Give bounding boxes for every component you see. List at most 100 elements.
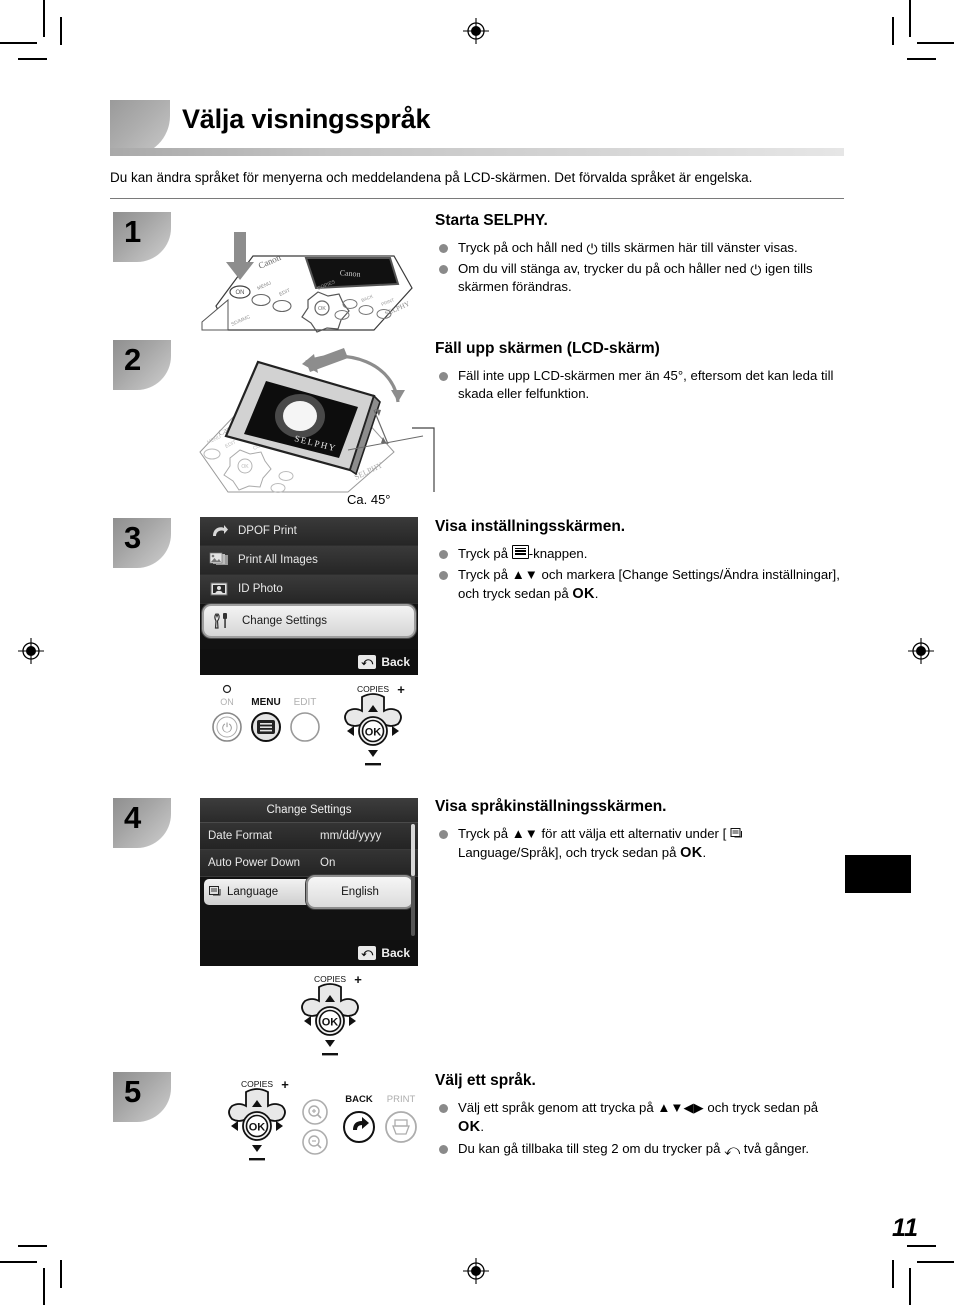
list-item: Tryck på och håll ned ⏻ tills skärmen hä… [435, 239, 847, 257]
setting-value-language: English [306, 875, 414, 909]
setting-label: Auto Power Down [208, 857, 301, 869]
bullet-text: Om du vill stänga av, trycker du på och … [458, 260, 751, 276]
svg-text:OK: OK [249, 1122, 266, 1134]
tools-icon [210, 611, 236, 631]
crop-mark-bl-v [43, 1268, 45, 1305]
step-3-number: 3 [124, 520, 142, 555]
step-5-badge: 5 [113, 1072, 171, 1122]
power-icon: ⏻ [586, 240, 598, 257]
ok-label: OK [680, 844, 703, 861]
step-3-title: Visa inställningsskärmen. [435, 518, 626, 535]
printer-illustration-step1: Canon Canon SELPHY ON MENU EDIT OK COPIE… [198, 214, 428, 339]
registration-mark-right [908, 638, 934, 664]
crop-mark-tl-v2 [60, 17, 62, 45]
step-5-title: Välj ett språk. [435, 1072, 536, 1089]
crop-mark-bl-h [0, 1261, 37, 1263]
crop-mark-tr-h2 [907, 58, 936, 60]
lcd-scrollbar[interactable] [411, 824, 415, 936]
bullet-text-mid: och tryck sedan på [703, 1099, 819, 1115]
step-3-text: Visa inställningsskärmen. Tryck på -knap… [435, 518, 847, 607]
svg-text:Canon: Canon [339, 268, 360, 278]
lcd-scroll-thumb[interactable] [411, 824, 415, 876]
svg-text:COPIES: COPIES [241, 1079, 273, 1089]
setting-row-language[interactable]: Language English [200, 875, 418, 909]
control-panel-step3: ON ⏻ MENU EDIT COPIES + OK [205, 682, 420, 776]
list-item: Tryck på -knappen. [435, 544, 847, 563]
setting-row-auto-power-down[interactable]: Auto Power Down On [200, 850, 418, 877]
crop-mark-br-h [917, 1261, 954, 1263]
bullet-text-mid2: Language/Språk], och tryck sedan på [458, 844, 681, 860]
svg-text:OK: OK [241, 464, 249, 470]
control-panel-step5: COPIES + OK BACK PRINT [205, 1072, 435, 1173]
crop-mark-tl-h2 [18, 58, 47, 60]
step-3-bullets: Tryck på -knappen. Tryck på ▲▼ och marke… [435, 544, 847, 604]
svg-text:PRINT: PRINT [387, 1094, 416, 1105]
step-1-text: Starta SELPHY. Tryck på och håll ned ⏻ t… [435, 212, 847, 299]
svg-text:OK: OK [322, 1017, 339, 1029]
bullet-text-mid: för att välja ett alternativ under [ [537, 825, 730, 841]
registration-mark-top [463, 18, 489, 44]
list-item: Du kan gå tillbaka till steg 2 om du try… [435, 1140, 847, 1158]
setting-label-language: Language [204, 879, 312, 905]
list-item: Tryck på ▲▼ för att välja ett alternativ… [435, 825, 847, 863]
svg-text:COPIES: COPIES [314, 974, 346, 984]
svg-text:+: + [281, 1077, 289, 1092]
step-4-title: Visa språkinställningsskärmen. [435, 798, 667, 815]
bullet-text: Du kan gå tillbaka till steg 2 om du try… [458, 1140, 725, 1156]
menu-item-label: DPOF Print [238, 525, 297, 537]
section-tab-marker [845, 855, 911, 893]
step-3-badge: 3 [113, 518, 171, 568]
bullet-text: Välj ett språk genom att trycka på [458, 1099, 658, 1115]
step-4-bullets: Tryck på ▲▼ för att välja ett alternativ… [435, 825, 847, 863]
svg-text:COPIES: COPIES [357, 684, 389, 694]
menu-item-label: Change Settings [242, 615, 328, 627]
step-5-number: 5 [124, 1074, 142, 1109]
menu-icon [511, 544, 529, 559]
list-item: Fäll inte upp LCD-skärmen mer än 45°, ef… [435, 367, 847, 403]
bullet-text: Tryck på [458, 545, 512, 561]
page-content: Välja visningsspråk Du kan ändra språket… [110, 100, 844, 1240]
angle-caption: Ca. 45° [347, 492, 391, 507]
id-photo-icon [206, 579, 232, 599]
bullet-text: Tryck på [458, 566, 512, 582]
bullet-text-tail: -knappen. [528, 545, 588, 561]
crop-mark-bl-v2 [60, 1260, 62, 1288]
power-icon: ⏻ [750, 261, 762, 278]
bullet-text-tail: . [480, 1118, 485, 1134]
setting-value: mm/dd/yyyy [320, 830, 382, 842]
back-label: Back [381, 946, 410, 960]
back-icon: ⤺ [724, 1141, 741, 1159]
svg-text:+: + [397, 683, 405, 697]
step-4-badge: 4 [113, 798, 171, 848]
step-2-number: 2 [124, 342, 142, 377]
menu-item-print-all-images[interactable]: Print All Images [200, 546, 418, 575]
ok-label: OK [458, 1118, 481, 1135]
svg-text:ON: ON [220, 697, 234, 707]
lcd-settings-title: Change Settings [200, 798, 418, 823]
list-item: Om du vill stänga av, trycker du på och … [435, 260, 847, 296]
step-1-bullets: Tryck på och håll ned ⏻ tills skärmen hä… [435, 239, 847, 297]
back-arrow-icon: ⤺ [358, 946, 377, 960]
menu-item-dpof-print[interactable]: DPOF Print [200, 517, 418, 546]
crop-mark-tr-v [909, 0, 911, 37]
bullet-text-tail: . [702, 844, 707, 860]
registration-mark-bottom [463, 1258, 489, 1284]
menu-item-label: Print All Images [238, 554, 318, 566]
step-1-number: 1 [124, 214, 142, 249]
list-item: Välj ett språk genom att trycka på ▲▼◀▶ … [435, 1099, 847, 1137]
step-4-number: 4 [124, 800, 142, 835]
svg-text:+: + [354, 973, 362, 987]
control-panel-step4: COPIES + OK [278, 972, 388, 1064]
menu-item-id-photo[interactable]: ID Photo [200, 575, 418, 604]
setting-label: Date Format [208, 830, 272, 842]
lcd-settings-screen: Change Settings Date Format mm/dd/yyyy A… [200, 798, 418, 966]
dpof-icon [206, 521, 232, 541]
setting-row-date-format[interactable]: Date Format mm/dd/yyyy [200, 823, 418, 850]
bullet-text-tail: tills skärmen här till vänster visas. [597, 239, 798, 255]
language-icon [730, 827, 744, 842]
list-item: Tryck på ▲▼ och markera [Change Settings… [435, 566, 847, 604]
step-2-title: Fäll upp skärmen (LCD-skärm) [435, 340, 660, 357]
crop-mark-bl-h2 [18, 1245, 47, 1247]
menu-item-change-settings[interactable]: Change Settings [202, 604, 416, 638]
step-5-text: Välj ett språk. Välj ett språk genom att… [435, 1072, 847, 1161]
